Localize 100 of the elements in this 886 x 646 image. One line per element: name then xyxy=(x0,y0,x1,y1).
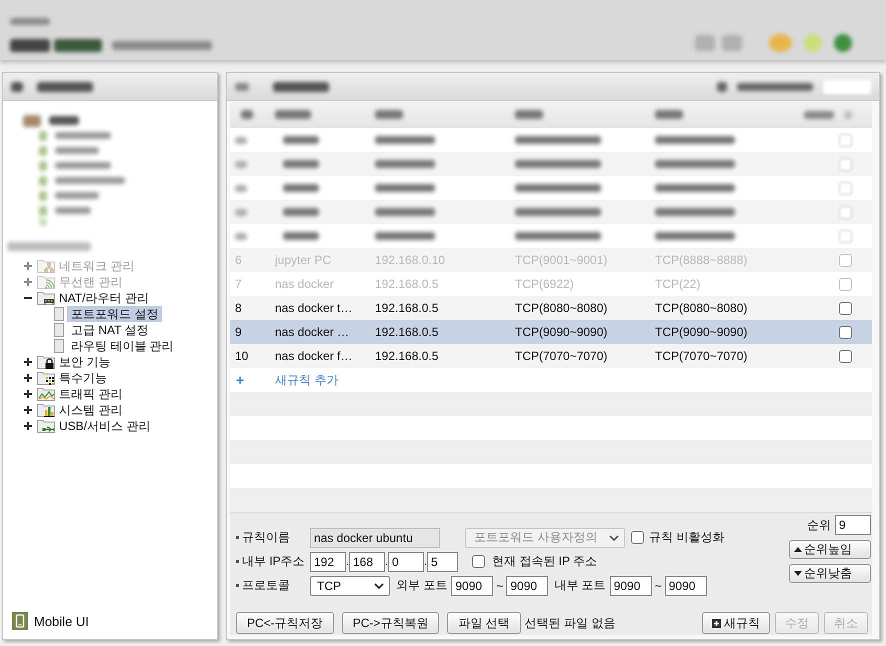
port-cell-text: TCP(7070~7070) xyxy=(515,349,608,363)
ip-octet-field[interactable]: 0 xyxy=(388,552,424,572)
checkbox-label: 규칙 비활성화 xyxy=(649,529,724,546)
blurred-table-row-drawing[interactable] xyxy=(230,176,872,200)
port-cell-text: TCP(6922) xyxy=(515,277,575,291)
number-cell-text: 9 xyxy=(234,325,243,339)
ip-cell-text: 192.168.0.10 xyxy=(375,253,446,267)
menu-item[interactable]: USB/서비스 관리 xyxy=(59,418,150,434)
ip-separator: . xyxy=(346,555,349,570)
field-label: 프로토콜 xyxy=(242,577,290,594)
page-icon xyxy=(54,307,64,321)
plus-icon[interactable] xyxy=(24,390,32,398)
action-button[interactable]: PC->규칙복원 xyxy=(342,612,440,634)
plus-icon[interactable] xyxy=(24,374,32,382)
menu-item[interactable]: 라우팅 테이블 관리 xyxy=(67,338,178,354)
checkbox[interactable] xyxy=(839,350,852,362)
ip-cell-text: 192.168.0.5 xyxy=(375,325,440,339)
blurred-table-row-drawing[interactable] xyxy=(230,128,872,152)
field-label: 내부 포트 xyxy=(554,577,606,594)
mobile-ui-link[interactable]: Mobile UI xyxy=(34,614,89,628)
name-cell-text: nas docker … xyxy=(275,325,350,339)
table-row[interactable]: 9 nas docker … 192.168.0.5 TCP(9090~9090) TCP(9090~9090) xyxy=(230,320,872,344)
page-icon xyxy=(54,323,64,337)
action-button[interactable]: 파일 선택 xyxy=(447,612,521,634)
ip-cell-text: 192.168.0.5 xyxy=(375,277,440,291)
name-cell-text: nas docker t… xyxy=(275,301,354,315)
folder-router-icon xyxy=(37,291,55,305)
range-separator: ~ xyxy=(496,578,504,592)
folder-wifi-icon xyxy=(37,275,55,289)
triangle-up-icon xyxy=(794,547,802,552)
add-rule-link[interactable]: 새규칙 추가 xyxy=(275,372,375,388)
checkbox-label: 현재 접속된 IP 주소 xyxy=(492,553,598,570)
port-cell-text: TCP(22) xyxy=(655,277,702,291)
checkbox[interactable] xyxy=(839,254,852,266)
menu-item[interactable]: 특수기능 xyxy=(59,370,107,386)
name-cell-text: nas docker f… xyxy=(275,349,354,363)
folder-network-icon xyxy=(37,259,55,273)
checkbox[interactable] xyxy=(631,531,644,544)
port-cell-text: TCP(9090~9090) xyxy=(515,325,608,339)
name-cell-text: jupyter PC xyxy=(275,253,332,267)
plus-icon[interactable] xyxy=(24,358,32,366)
range-separator: ~ xyxy=(654,578,662,592)
ip-octet-field[interactable]: 168 xyxy=(349,552,385,572)
name-cell-text: nas docker xyxy=(275,277,335,291)
page-icon xyxy=(54,339,64,353)
ip-separator: . xyxy=(424,555,427,570)
phone-icon xyxy=(12,612,28,630)
folder-bar-chart-icon xyxy=(37,403,55,417)
ip-octet-field[interactable]: 192 xyxy=(310,552,346,572)
bullet-icon xyxy=(236,560,239,563)
port-field[interactable]: 9090 xyxy=(664,576,707,596)
checkbox[interactable] xyxy=(839,302,852,314)
port-field[interactable]: 9090 xyxy=(610,576,652,596)
field-label: 내부 IP주소 xyxy=(242,553,305,570)
checkbox[interactable] xyxy=(839,326,852,338)
port-cell-text: TCP(8080~8080) xyxy=(515,301,608,315)
rank-button[interactable]: 순위높임 xyxy=(789,540,871,559)
protocol-dropdown[interactable]: TCP xyxy=(310,576,390,596)
file-status-text: 선택된 파일 없음 xyxy=(524,614,616,632)
rank-button[interactable]: 순위낮춤 xyxy=(789,564,871,583)
folder-lock-icon xyxy=(37,355,55,369)
port-field[interactable]: 9090 xyxy=(451,576,494,596)
action-button[interactable]: 새규칙 xyxy=(702,612,770,634)
ip-octet-field[interactable]: 5 xyxy=(427,552,458,572)
menu-item[interactable]: 포트포워드 설정 xyxy=(67,306,162,322)
rank-field[interactable]: 9 xyxy=(835,515,871,535)
number-cell-text: 8 xyxy=(234,301,243,315)
field-label: 순위 xyxy=(807,516,831,534)
chevron-down-icon xyxy=(609,534,619,540)
checkbox[interactable] xyxy=(472,555,485,568)
number-cell-text: 10 xyxy=(234,349,250,363)
number-cell-text: 6 xyxy=(234,253,243,267)
blurred-table-row-drawing[interactable] xyxy=(230,224,872,248)
menu-item[interactable]: NAT/라우터 관리 xyxy=(59,290,149,306)
field-label: 외부 포트 xyxy=(396,577,448,594)
port-cell-text: TCP(9001~9001) xyxy=(515,253,608,267)
action-button[interactable]: PC<-규칙저장 xyxy=(236,612,334,634)
bullet-icon xyxy=(236,584,239,587)
folder-grid-icon xyxy=(37,371,55,385)
folder-line-chart-icon xyxy=(37,387,55,401)
plus-icon[interactable] xyxy=(24,422,32,430)
rule-name-field[interactable]: nas docker ubuntu xyxy=(310,528,440,548)
menu-item[interactable]: 고급 NAT 설정 xyxy=(67,322,153,338)
menu-item[interactable]: 보안 기능 xyxy=(59,354,110,370)
port-cell-text: TCP(8888~8888) xyxy=(655,253,748,267)
ip-cell-text: 192.168.0.5 xyxy=(375,349,440,363)
plus-box-icon xyxy=(712,618,721,628)
add-plus-sign[interactable]: + xyxy=(230,372,275,388)
plus-icon[interactable] xyxy=(24,406,32,414)
menu-item[interactable]: 시스템 관리 xyxy=(59,402,122,418)
ip-separator: . xyxy=(385,555,388,570)
checkbox[interactable] xyxy=(839,278,852,290)
bullet-icon xyxy=(236,536,239,539)
menu-item[interactable]: 트래픽 관리 xyxy=(59,386,122,402)
folder-usb-icon xyxy=(37,419,55,433)
number-cell-text: 7 xyxy=(234,277,243,291)
port-cell-text: TCP(9090~9090) xyxy=(655,325,748,339)
port-field[interactable]: 9090 xyxy=(506,576,548,596)
port-cell-text: TCP(8080~8080) xyxy=(655,301,748,315)
minus-icon[interactable] xyxy=(24,294,32,302)
